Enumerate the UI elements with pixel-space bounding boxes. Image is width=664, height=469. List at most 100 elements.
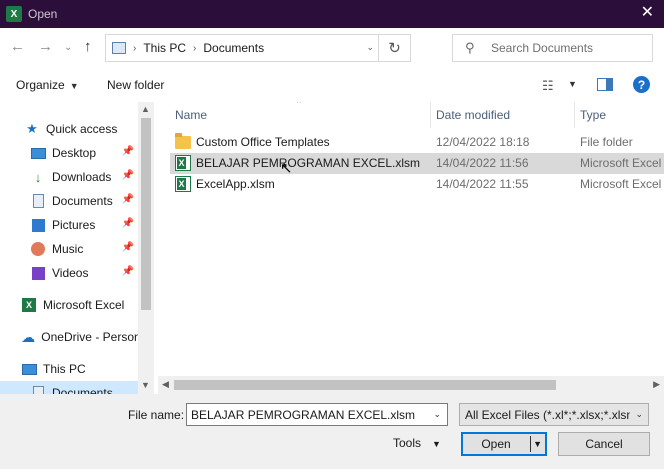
chevron-right-icon[interactable]: › — [133, 43, 136, 54]
recent-locations-icon[interactable]: ⌄ — [64, 40, 72, 56]
organize-label: Organize — [16, 78, 65, 92]
file-name-value[interactable]: BELAJAR PEMROGRAMAN EXCEL.xlsm — [191, 408, 415, 422]
file-row[interactable]: ExcelApp.xlsm 14/04/2022 11:55 Microsoft… — [170, 174, 664, 195]
file-name-field[interactable]: BELAJAR PEMROGRAMAN EXCEL.xlsm ⌄ — [186, 403, 448, 426]
search-box[interactable]: ⚲ Search Documents — [452, 34, 653, 62]
navigation-pane: ★ Quick access Desktop 📌 ↓ Downloads 📌 D… — [0, 102, 154, 394]
column-header-name[interactable]: Name — [175, 102, 207, 128]
scroll-left-icon[interactable]: ◀ — [162, 379, 169, 390]
sidebar-item-label: Pictures — [52, 218, 96, 232]
sidebar-item-videos[interactable]: Videos 📌 — [0, 261, 138, 285]
file-date: 14/04/2022 11:55 — [436, 177, 529, 191]
cloud-icon: ☁ — [21, 328, 36, 345]
file-type-filter[interactable]: All Excel Files (*.xl*;*.xlsx;*.xlsm ⌄ — [459, 403, 649, 426]
tools-label: Tools — [393, 436, 422, 450]
close-icon[interactable]: ✕ — [641, 5, 654, 21]
sidebar-item-downloads[interactable]: ↓ Downloads 📌 — [0, 165, 138, 189]
back-arrow-icon[interactable]: ← — [10, 39, 25, 55]
scrollbar-thumb[interactable] — [174, 380, 556, 390]
sidebar-item-documents[interactable]: Documents 📌 — [0, 189, 138, 213]
search-input[interactable]: Search Documents — [491, 41, 593, 55]
sidebar-item-label: Desktop — [52, 146, 97, 160]
sidebar-scrollbar[interactable]: ▲ ▼ — [138, 102, 154, 394]
column-divider[interactable] — [430, 102, 431, 128]
pin-icon[interactable]: 📌 — [122, 146, 134, 157]
file-type-filter-value: All Excel Files (*.xl*;*.xlsx;*.xlsm — [465, 408, 630, 422]
scroll-right-icon[interactable]: ▶ — [653, 379, 660, 390]
pc-icon — [21, 361, 37, 377]
pin-icon[interactable]: 📌 — [122, 218, 134, 229]
scrollbar-thumb[interactable] — [141, 118, 151, 310]
desktop-icon — [30, 145, 46, 161]
sidebar-item-music[interactable]: Music 📌 — [0, 237, 138, 261]
horizontal-scrollbar[interactable]: ◀ ▶ — [158, 376, 664, 394]
sidebar-item-this-pc[interactable]: This PC — [0, 357, 138, 381]
sidebar-item-documents-selected[interactable]: Documents — [0, 381, 138, 394]
chevron-down-icon[interactable]: ⌄ — [366, 42, 374, 53]
preview-pane-icon[interactable] — [597, 78, 613, 91]
file-name: ExcelApp.xlsm — [196, 177, 275, 191]
excel-file-icon — [175, 155, 191, 171]
open-button-label: Open — [481, 437, 511, 451]
file-row[interactable]: Custom Office Templates 12/04/2022 18:18… — [170, 132, 664, 153]
search-icon: ⚲ — [465, 40, 475, 55]
dialog-footer: File name: BELAJAR PEMROGRAMAN EXCEL.xls… — [0, 394, 664, 469]
sidebar-item-quick-access[interactable]: ★ Quick access — [0, 117, 138, 141]
sidebar-item-label: Documents — [52, 194, 113, 208]
sidebar-item-label: Music — [52, 242, 84, 256]
split-divider — [530, 436, 531, 452]
excel-file-icon — [175, 176, 191, 192]
column-divider[interactable] — [574, 102, 575, 128]
file-name: Custom Office Templates — [196, 135, 330, 149]
file-row[interactable]: BELAJAR PEMROGRAMAN EXCEL.xlsm 14/04/202… — [170, 153, 664, 174]
documents-icon — [30, 193, 46, 209]
sidebar-item-onedrive[interactable]: ☁ OneDrive - Persor — [0, 325, 138, 349]
refresh-icon[interactable]: ↻ — [378, 35, 410, 61]
sidebar-item-label: OneDrive - Persor — [41, 330, 138, 344]
sidebar-item-label: Quick access — [46, 122, 118, 136]
excel-app-icon: X — [6, 6, 22, 22]
star-icon: ★ — [26, 121, 38, 136]
view-options-icon[interactable]: ☷ — [542, 78, 554, 94]
file-type: File folder — [580, 135, 633, 149]
chevron-down-icon[interactable]: ⌄ — [635, 409, 643, 420]
address-bar[interactable]: › This PC › Documents ⌄ ↻ — [105, 34, 411, 62]
new-folder-button[interactable]: New folder — [107, 78, 164, 92]
up-arrow-icon[interactable]: ↑ — [84, 39, 92, 55]
cancel-button[interactable]: Cancel — [558, 432, 650, 456]
caret-down-icon[interactable]: ▼ — [568, 79, 577, 89]
scroll-up-icon[interactable]: ▲ — [141, 104, 150, 114]
sidebar-item-label: Microsoft Excel — [43, 298, 125, 312]
file-type: Microsoft Excel — [580, 156, 662, 170]
column-header-date-modified[interactable]: Date modified — [436, 102, 510, 128]
mouse-cursor-icon: ↖ — [280, 160, 293, 177]
pin-icon[interactable]: 📌 — [122, 194, 134, 205]
sidebar-item-microsoft-excel[interactable]: X Microsoft Excel — [0, 293, 138, 317]
chevron-down-icon[interactable]: ⌄ — [433, 409, 441, 420]
breadcrumb-this-pc[interactable]: This PC — [143, 41, 186, 55]
open-button[interactable]: Open ▼ — [461, 432, 547, 456]
pin-icon[interactable]: 📌 — [122, 242, 134, 253]
tools-button[interactable]: Tools ▼ — [393, 436, 441, 450]
sidebar-item-pictures[interactable]: Pictures 📌 — [0, 213, 138, 237]
pin-icon[interactable]: 📌 — [122, 170, 134, 181]
help-icon[interactable]: ? — [633, 76, 650, 93]
file-name: BELAJAR PEMROGRAMAN EXCEL.xlsm — [196, 156, 421, 170]
pictures-icon — [30, 217, 46, 233]
scroll-down-icon[interactable]: ▼ — [141, 380, 150, 390]
sidebar-item-label: This PC — [43, 362, 86, 376]
sidebar-item-label: Videos — [52, 266, 89, 280]
forward-arrow-icon[interactable]: → — [38, 39, 53, 55]
organize-button[interactable]: Organize ▼ — [16, 78, 79, 92]
column-header-type[interactable]: Type — [580, 102, 606, 128]
chevron-right-icon[interactable]: › — [193, 43, 196, 54]
pin-icon[interactable]: 📌 — [122, 266, 134, 277]
title-bar: X Open ✕ — [0, 0, 664, 28]
file-date: 14/04/2022 11:56 — [436, 156, 529, 170]
open-dropdown-icon[interactable]: ▼ — [533, 439, 542, 449]
documents-icon — [30, 385, 46, 394]
file-list: ⌃ Name Date modified Type Custom Office … — [158, 102, 664, 394]
music-icon — [30, 241, 46, 257]
sidebar-item-desktop[interactable]: Desktop 📌 — [0, 141, 138, 165]
breadcrumb-documents[interactable]: Documents — [203, 41, 264, 55]
